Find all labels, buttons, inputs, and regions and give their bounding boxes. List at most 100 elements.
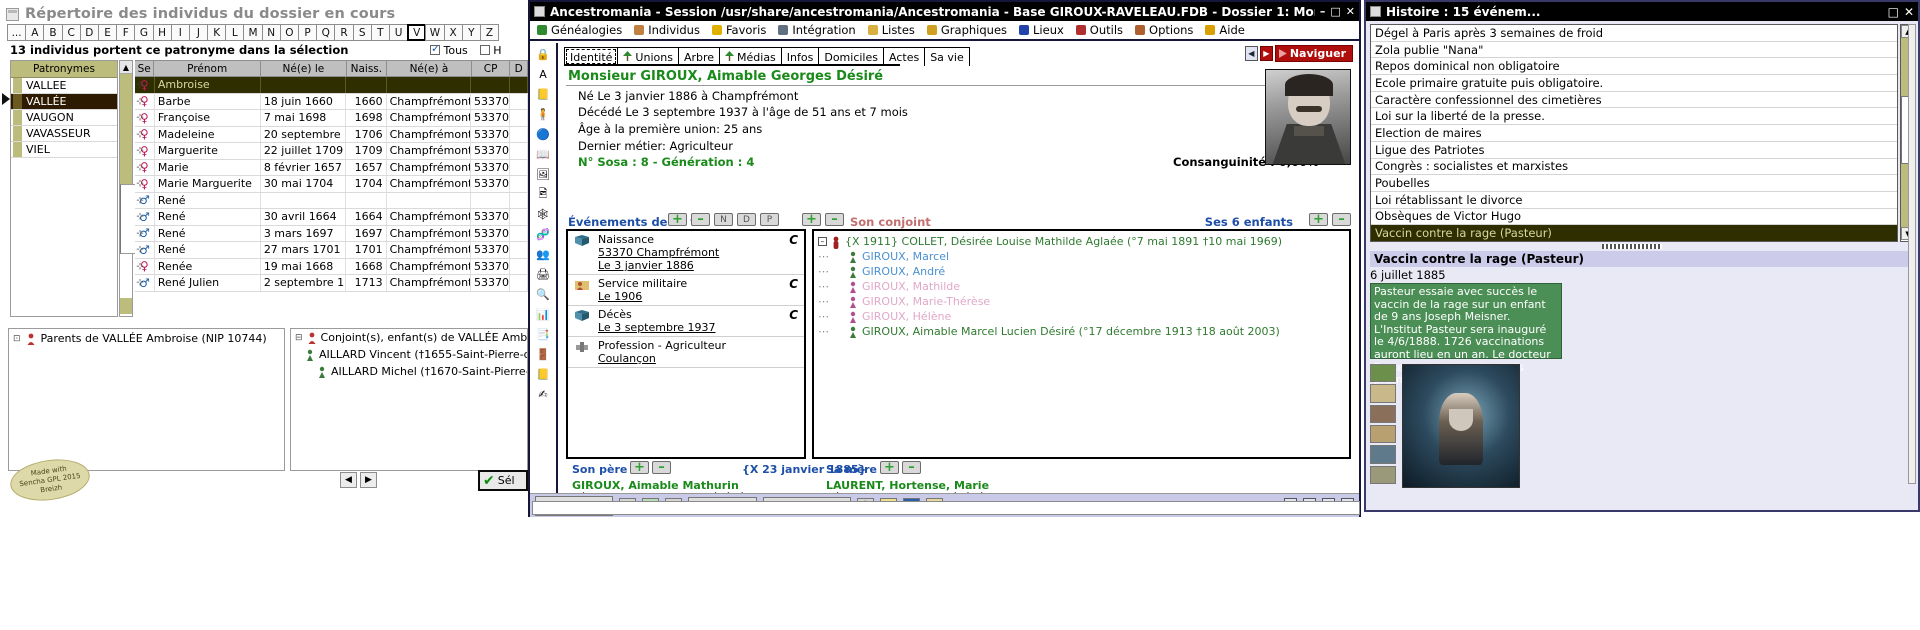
expand-row-icon[interactable]: ⊹ — [135, 193, 145, 210]
table-row[interactable]: ♀ Ambroise — [135, 77, 528, 94]
history-event-row[interactable]: Congrès : socialistes et marxistes — [1371, 159, 1897, 176]
toolbar-icon-10[interactable]: 🧬 — [534, 225, 552, 243]
expand-row-icon[interactable]: ⊹ — [135, 77, 145, 94]
event-detail-2[interactable]: Le 3 janvier 1886 — [598, 259, 800, 272]
expand-row-icon[interactable]: ⊹ — [135, 209, 145, 226]
navigate-toolbar[interactable]: ◀ ▶ Naviguer — [1244, 45, 1353, 62]
alpha-button-B[interactable]: B — [43, 24, 63, 41]
menu-item-listes[interactable]: Listes — [867, 23, 915, 37]
event-add-button[interactable]: + — [668, 212, 687, 227]
alpha-button-M[interactable]: M — [243, 24, 263, 41]
spouse-action-buttons[interactable]: + – — [802, 212, 844, 227]
alpha-button-V[interactable]: V — [407, 24, 427, 41]
table-row[interactable]: ♀ Barbe 18 juin 1660 1660 Champfrémont 53370 — [135, 93, 528, 110]
alpha-button-Q[interactable]: Q — [316, 24, 336, 41]
nav-next-button[interactable]: ▶ — [1259, 46, 1273, 61]
toolbar-icon-15[interactable]: 📑 — [534, 325, 552, 343]
event-item[interactable]: Service militaire Le 1906 C — [568, 275, 804, 306]
alpha-button-O[interactable]: O — [279, 24, 299, 41]
alpha-button-A[interactable]: A — [25, 24, 45, 41]
menu-item-favoris[interactable]: Favoris — [711, 23, 766, 37]
alpha-button-R[interactable]: R — [334, 24, 354, 41]
thumbnail-4[interactable] — [1370, 424, 1396, 444]
toolbar-icon-6[interactable]: 📖 — [534, 145, 552, 163]
spouse-children-list[interactable]: AILLARD Vincent (†1655-Saint-Pierre-des-… — [291, 346, 527, 380]
collapse-icon[interactable]: – — [818, 237, 827, 246]
history-event-row[interactable]: Dégel à Paris après 3 semaines de froid — [1371, 25, 1897, 42]
expand-row-icon[interactable]: ⊹ — [135, 242, 145, 259]
alpha-button-Z[interactable]: Z — [479, 24, 500, 41]
thumbnail-6[interactable] — [1370, 465, 1396, 484]
spouse-remove-button[interactable]: – — [825, 212, 844, 227]
children-add-button[interactable]: + — [1309, 212, 1328, 227]
table-row[interactable]: ♀Madeleine20 septembre 17061706Champfrém… — [135, 126, 528, 143]
alpha-button-S[interactable]: S — [352, 24, 372, 41]
alpha-button-F[interactable]: F — [116, 24, 136, 41]
individuals-grid[interactable]: Se Prénom Né(e) le Naiss. Né(e) à CP D ♀ Ambroi… — [135, 60, 528, 317]
tab-bar[interactable]: Identité Unions Arbre Médias Infos Domiciles A… — [564, 45, 970, 66]
menu-item-gnalogies[interactable]: Généalogies — [536, 23, 622, 37]
event-item[interactable]: Profession - Agriculteur Coulançon — [568, 337, 804, 368]
vertical-toolbar[interactable]: 🔒 A 📒 🧍 🔵 📖 🖼 🖻 🕸 🧬 👥 🖨 🔍 📊 📑 🚪 📒 ✍ — [532, 43, 554, 513]
naviguer-button[interactable]: Naviguer — [1274, 45, 1353, 62]
alpha-button-C[interactable]: C — [61, 24, 81, 41]
history-thumbnail-strip[interactable] — [1370, 364, 1398, 484]
toolbar-icon-18[interactable]: ✍ — [534, 385, 552, 403]
alpha-button-all[interactable]: ... — [7, 24, 27, 41]
event-p-button[interactable]: P — [760, 213, 779, 226]
toolbar-icon-14[interactable]: 📊 — [534, 305, 552, 323]
patronyme-row[interactable]: VIEL — [11, 142, 117, 158]
patronyme-row[interactable]: VAVASSEUR — [11, 126, 117, 142]
tree-toggle-icon[interactable]: ⊟ — [295, 333, 303, 343]
histoire-outer-scrollbar[interactable] — [1908, 24, 1916, 484]
splitter-grip[interactable] — [1602, 244, 1662, 249]
person-portrait[interactable] — [1265, 69, 1351, 165]
alpha-button-G[interactable]: G — [134, 24, 154, 41]
expand-row-icon[interactable]: ⊹ — [135, 176, 145, 193]
history-event-row[interactable]: Ligue des Patriotes — [1371, 142, 1897, 159]
spouse-name[interactable]: {X 1911} COLLET, Désirée Louise Mathilde… — [845, 235, 1282, 248]
thumbnail-2[interactable] — [1370, 384, 1396, 403]
expand-row-icon[interactable]: ⊹ — [135, 259, 145, 276]
mother-remove-button[interactable]: – — [902, 460, 921, 475]
patronyme-rows[interactable]: VALLEE VALLÉE VAUGON VAVASSEUR VIEL — [11, 78, 117, 158]
table-row[interactable]: ♀ Marie Marguerite 30 mai 1704 1704 Champfré… — [135, 176, 528, 193]
minimize-button[interactable]: – — [1320, 5, 1326, 18]
father-remove-button[interactable]: – — [652, 460, 671, 475]
event-n-button[interactable]: N — [714, 213, 733, 226]
histoire-close-button[interactable]: ✕ — [1904, 5, 1914, 19]
patronyme-row[interactable]: VALLÉE — [11, 94, 117, 110]
expand-row-icon[interactable]: ⊹ — [135, 127, 145, 144]
alpha-button-Y[interactable]: Y — [461, 24, 481, 41]
thumbnail-5[interactable] — [1370, 445, 1396, 464]
window-controls[interactable]: – □ ✕ — [1320, 5, 1355, 18]
history-event-row[interactable]: Poubelles — [1371, 175, 1897, 192]
menu-item-lieux[interactable]: Lieux — [1018, 23, 1064, 37]
history-event-row[interactable]: Loi sur la liberté de la presse. — [1371, 108, 1897, 126]
grid-column-header[interactable]: Naiss. — [346, 60, 388, 77]
alpha-button-U[interactable]: U — [388, 24, 409, 41]
child-row[interactable]: ⋯ GIROUX, Hélène — [818, 309, 1349, 324]
h-checkbox[interactable]: H — [479, 44, 502, 57]
event-detail-1[interactable]: Le 1906 — [598, 290, 800, 303]
table-row[interactable]: ♂ René 3 mars 1697 1697 Champfrémont 53370 — [135, 225, 528, 242]
thumbnail-1[interactable] — [1370, 364, 1396, 383]
child-row[interactable]: ⋯ GIROUX, Marie-Thérèse — [818, 294, 1349, 309]
list-item[interactable]: AILLARD Michel (†1670-Saint-Pierre-des- — [291, 363, 527, 380]
events-list[interactable]: Naissance 53370 Champfrémont Le 3 janvier … — [566, 229, 806, 459]
children-remove-button[interactable]: – — [1332, 212, 1351, 227]
table-row[interactable]: ♂ René — [135, 192, 528, 209]
alpha-button-P[interactable]: P — [298, 24, 318, 41]
alpha-button-E[interactable]: E — [97, 24, 118, 41]
child-row[interactable]: ⋯ GIROUX, Marcel — [818, 249, 1349, 264]
event-detail-1[interactable]: Le 3 septembre 1937 — [598, 321, 800, 334]
scroll-track-mid[interactable] — [120, 254, 132, 298]
father-buttons[interactable]: + – — [630, 460, 671, 475]
father-add-button[interactable]: + — [630, 460, 649, 475]
alpha-button-W[interactable]: W — [425, 24, 445, 41]
child-name[interactable]: GIROUX, Marie-Thérèse — [862, 295, 990, 308]
main-title-bar[interactable]: Ancestromania - Session /usr/share/ances… — [530, 2, 1359, 21]
table-row[interactable]: ♀ Marie 8 février 1657 1657 Champfrémont 5337… — [135, 159, 528, 176]
table-row[interactable]: ♀ Marguerite 22 juillet 1709 1709 Champfrémo… — [135, 143, 528, 160]
expand-row-icon[interactable]: ⊹ — [135, 110, 145, 127]
